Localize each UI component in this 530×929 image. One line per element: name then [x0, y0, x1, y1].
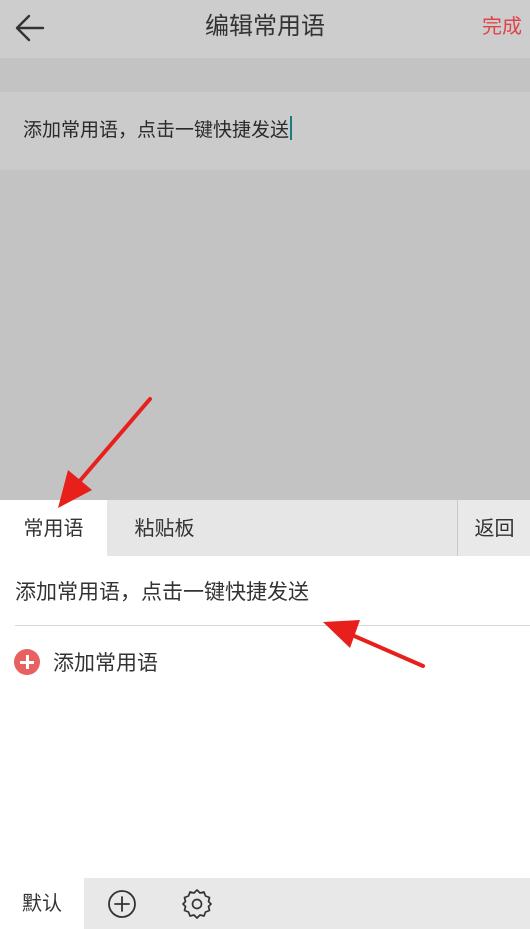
arrow-left-icon — [15, 14, 45, 42]
phrase-edit-value: 添加常用语，点击一键快捷发送 — [23, 119, 290, 141]
circle-plus-icon — [108, 890, 136, 918]
phrase-edit-field[interactable]: 添加常用语，点击一键快捷发送 — [0, 92, 530, 170]
bottom-toolbar: 默认 — [0, 878, 530, 929]
back-button[interactable] — [10, 8, 50, 48]
keyboard-panel: 常用语 粘贴板 返回 添加常用语，点击一键快捷发送 添加常用语 默认 — [0, 500, 530, 929]
add-phrase-button[interactable]: 添加常用语 — [14, 646, 158, 678]
phrase-edit-text: 添加常用语，点击一键快捷发送 — [23, 116, 293, 144]
add-phrase-label: 添加常用语 — [53, 651, 158, 675]
return-button[interactable]: 返回 — [457, 500, 530, 556]
phrase-text: 添加常用语，点击一键快捷发送 — [15, 580, 309, 604]
tab-common-phrases[interactable]: 常用语 — [0, 500, 107, 556]
list-item[interactable]: 添加常用语，点击一键快捷发送 — [15, 556, 530, 626]
gear-icon — [182, 889, 212, 919]
tab-default[interactable]: 默认 — [0, 878, 84, 929]
screen: 编辑常用语 完成 添加常用语，点击一键快捷发送 常用语 粘贴板 返回 添加常用语… — [0, 0, 530, 929]
done-button[interactable]: 完成 — [482, 12, 522, 40]
page-title: 编辑常用语 — [205, 12, 325, 40]
settings-button[interactable] — [181, 888, 213, 920]
add-group-button[interactable] — [106, 888, 138, 920]
text-cursor — [290, 116, 293, 140]
panel-tabs: 常用语 粘贴板 返回 — [0, 500, 530, 556]
tab-clipboard[interactable]: 粘贴板 — [107, 500, 222, 556]
annotation-arrow-tab — [58, 397, 152, 508]
top-bar: 编辑常用语 完成 — [0, 0, 530, 58]
add-circle-icon — [14, 649, 40, 675]
